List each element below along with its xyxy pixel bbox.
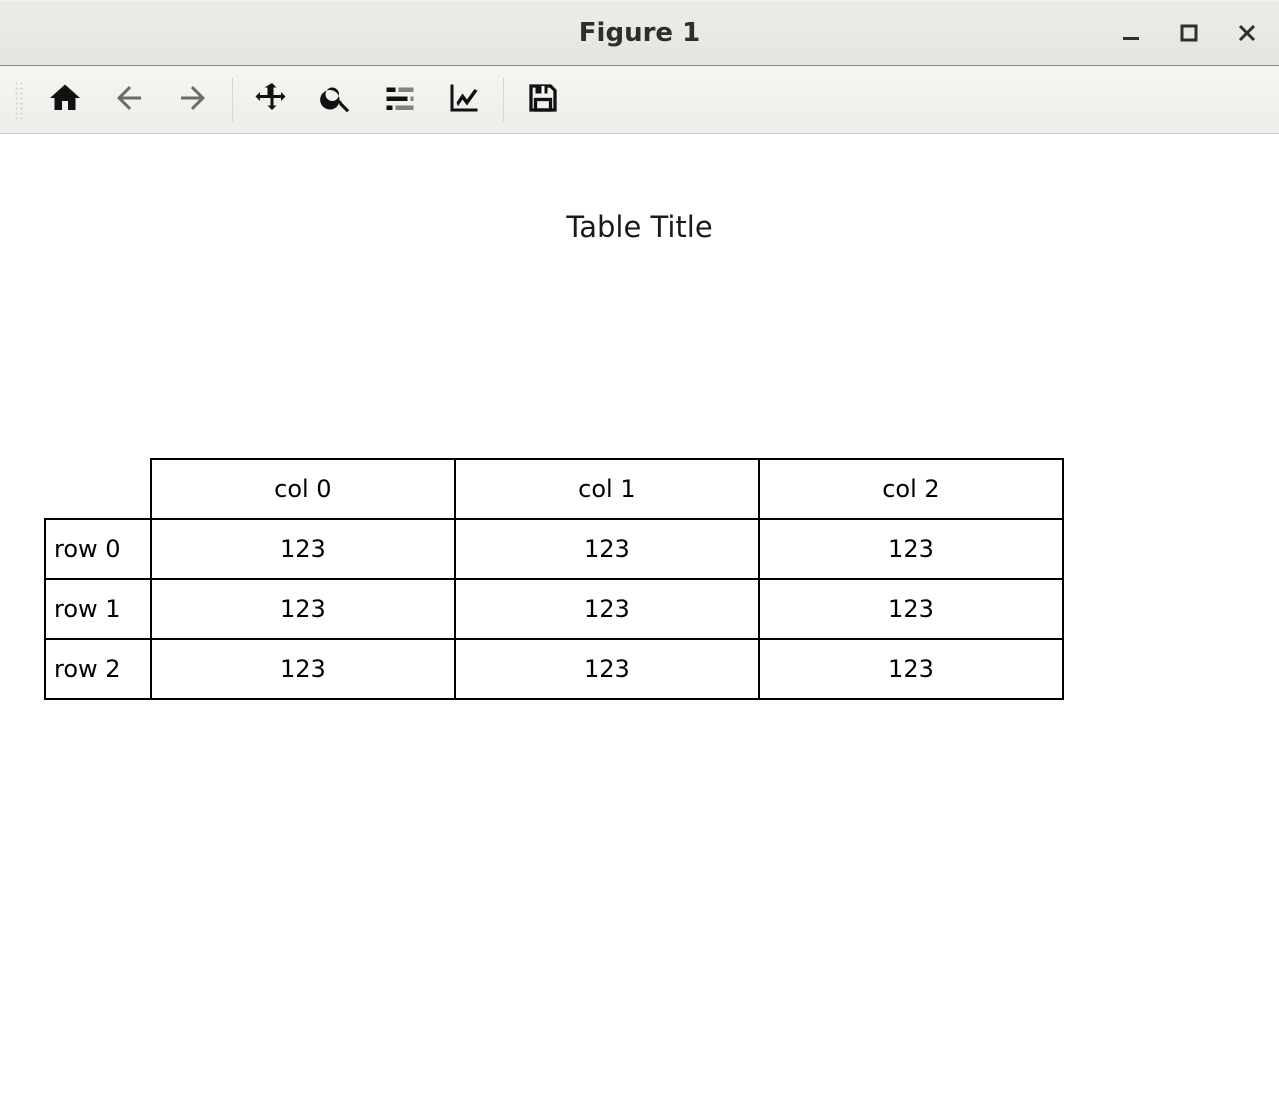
table-cell: 123 <box>759 579 1063 639</box>
table-corner-cell <box>45 459 151 519</box>
save-icon <box>525 80 561 120</box>
table-cell: 123 <box>151 519 455 579</box>
back-button[interactable] <box>100 71 158 129</box>
toolbar-separator <box>232 78 233 122</box>
toolbar-grip <box>14 81 24 119</box>
sliders-icon <box>382 80 418 120</box>
row-label: row 0 <box>45 519 151 579</box>
row-label: row 2 <box>45 639 151 699</box>
arrow-right-icon <box>175 80 211 120</box>
table-cell: 123 <box>151 639 455 699</box>
table-cell: 123 <box>759 639 1063 699</box>
minimize-button[interactable] <box>1117 19 1145 47</box>
zoom-button[interactable] <box>307 71 365 129</box>
home-button[interactable] <box>36 71 94 129</box>
table-cell: 123 <box>455 579 759 639</box>
zoom-icon <box>318 80 354 120</box>
table-cell: 123 <box>455 519 759 579</box>
window-controls <box>1117 1 1261 65</box>
table-cell: 123 <box>455 639 759 699</box>
column-header: col 1 <box>455 459 759 519</box>
column-header: col 2 <box>759 459 1063 519</box>
forward-button[interactable] <box>164 71 222 129</box>
column-header: col 0 <box>151 459 455 519</box>
pan-button[interactable] <box>243 71 301 129</box>
window-titlebar: Figure 1 <box>0 0 1279 66</box>
row-label: row 1 <box>45 579 151 639</box>
home-icon <box>47 80 83 120</box>
move-icon <box>254 80 290 120</box>
table-row: row 2 123 123 123 <box>45 639 1063 699</box>
close-button[interactable] <box>1233 19 1261 47</box>
data-table: col 0 col 1 col 2 row 0 123 123 123 row … <box>44 458 1064 700</box>
matplotlib-toolbar <box>0 66 1279 134</box>
table-cell: 123 <box>759 519 1063 579</box>
window-title: Figure 1 <box>579 18 700 48</box>
toolbar-separator <box>503 78 504 122</box>
save-button[interactable] <box>514 71 572 129</box>
table-row: row 1 123 123 123 <box>45 579 1063 639</box>
table-cell: 123 <box>151 579 455 639</box>
arrow-left-icon <box>111 80 147 120</box>
table-header-row: col 0 col 1 col 2 <box>45 459 1063 519</box>
plot-area: Table Title col 0 col 1 col 2 row 0 123 … <box>0 134 1279 1112</box>
chart-line-icon <box>446 80 482 120</box>
edit-axes-button[interactable] <box>435 71 493 129</box>
subplots-button[interactable] <box>371 71 429 129</box>
table-title: Table Title <box>566 210 712 244</box>
maximize-button[interactable] <box>1175 19 1203 47</box>
table-row: row 0 123 123 123 <box>45 519 1063 579</box>
